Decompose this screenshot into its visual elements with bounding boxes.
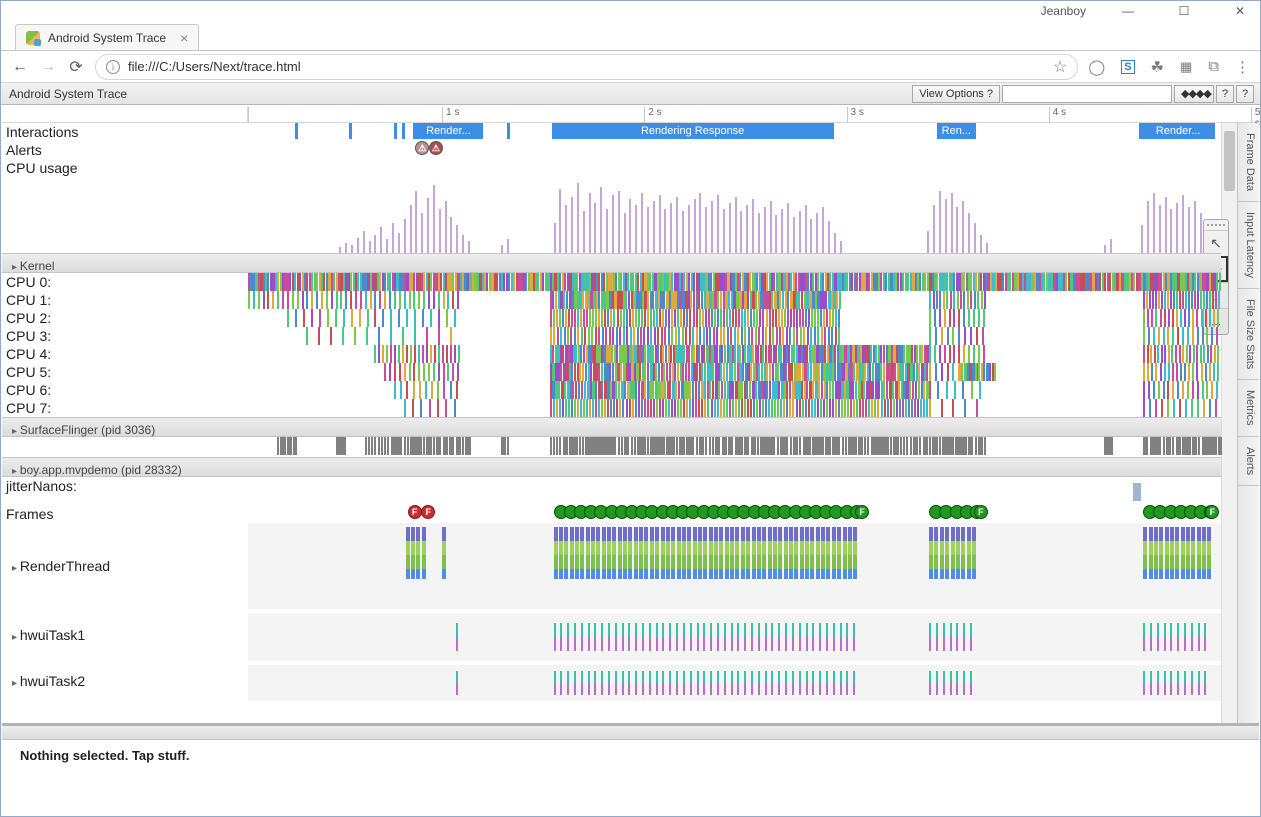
kernel-lane[interactable] [248,273,1221,291]
kernel-lane[interactable] [248,291,1221,309]
search-input[interactable] [1002,85,1172,103]
side-tab[interactable]: Frame Data [1238,123,1259,202]
view-options-button[interactable]: View Options ? [912,85,1000,103]
row-hwui1[interactable]: hwuiTask1 [2,609,248,661]
ruler-tick: 5 s [1251,107,1261,123]
tab-close-icon[interactable]: × [180,30,188,46]
interaction-tick[interactable] [402,123,405,139]
info-icon[interactable]: i [106,60,120,74]
interaction-tick[interactable] [394,123,397,139]
row-cpu-7: CPU 7: [2,399,248,417]
reload-icon[interactable]: ⟳ [67,57,85,77]
row-cpu-5: CPU 5: [2,363,248,381]
row-cpu-usage: CPU usage [2,159,248,253]
hwui2-lane[interactable] [248,661,1221,701]
side-tab[interactable]: Metrics [1238,380,1259,436]
details-panel: Nothing selected. Tap stuff. [2,723,1259,815]
side-tab[interactable]: File Size Stats [1238,289,1259,380]
row-jitter: jitterNanos: [2,477,248,505]
render-thread-lane[interactable] [248,523,1221,609]
response-bar[interactable]: Ren... [937,123,976,139]
time-ruler[interactable]: 1 s 2 s 3 s 4 s 5 s [248,107,1259,122]
interaction-tick[interactable] [507,123,510,139]
row-cpu-0: CPU 0: [2,273,248,291]
help-button-1[interactable]: ? [1216,85,1234,103]
row-cpu-4: CPU 4: [2,345,248,363]
response-bar[interactable]: Rendering Response [552,123,834,139]
row-interactions: Interactions [2,123,248,141]
trace-title: Android System Trace [7,87,127,101]
interaction-tick[interactable] [295,123,298,139]
row-frames: Frames [2,505,248,523]
kernel-lane[interactable] [248,327,1221,345]
back-icon[interactable]: ← [11,58,29,76]
forward-icon[interactable]: → [39,58,57,76]
minimize-icon[interactable]: — [1114,4,1142,18]
surfaceflinger-lane[interactable] [248,437,1221,457]
section-surfaceflinger[interactable]: SurfaceFlinger (pid 3036) [2,417,248,437]
frame-good-icon[interactable]: F [1205,505,1219,519]
section-app[interactable]: boy.app.mvpdemo (pid 28332) [2,457,248,477]
ext-leaf-icon[interactable]: ☘ [1151,58,1164,76]
frame-bad-icon[interactable]: F [421,505,435,519]
alert-error-icon[interactable]: ⚠ [429,141,443,155]
details-resize-handle[interactable] [2,726,1259,740]
frames-lane[interactable]: FFFFF [248,505,1221,523]
ext-grid-icon[interactable]: ▦ [1180,59,1192,75]
address-bar[interactable]: i file:///C:/Users/Next/trace.html ☆ [95,54,1078,80]
interaction-tick[interactable] [349,123,352,139]
kernel-lane[interactable] [248,363,1221,381]
ext-stack-icon[interactable]: ⧉ [1208,58,1219,75]
ruler-tick [248,107,252,123]
ext-s-icon[interactable]: S [1121,60,1134,74]
row-cpu-6: CPU 6: [2,381,248,399]
ruler-tick: 1 s [442,107,459,123]
side-tab[interactable]: Alerts [1238,437,1259,486]
frame-bad-icon[interactable]: F [408,505,422,519]
kernel-lane[interactable] [248,381,1221,399]
browser-tab[interactable]: Android System Trace × [15,24,199,50]
row-alerts: Alerts [2,141,248,159]
window-user: Jeanboy [1041,4,1086,18]
row-hwui2[interactable]: hwuiTask2 [2,661,248,701]
kernel-lane[interactable] [248,345,1221,363]
vertical-scrollbar[interactable] [1221,123,1237,723]
hwui1-lane[interactable] [248,609,1221,661]
ruler-tick: 4 s [1049,107,1066,123]
jitter-bar[interactable] [1133,483,1141,501]
ruler-tick: 2 s [644,107,661,123]
close-icon[interactable]: ✕ [1226,4,1254,18]
response-bar[interactable]: Render... [1141,123,1215,139]
row-cpu-1: CPU 1: [2,291,248,309]
ext-circle-icon[interactable]: ◯ [1088,58,1105,76]
bookmark-icon[interactable]: ☆ [1053,57,1067,77]
tab-title: Android System Trace [48,31,166,45]
details-message: Nothing selected. Tap stuff. [2,740,1259,771]
nav-markers-button[interactable]: ◆◆◆◆ [1174,85,1214,103]
side-tab[interactable]: Input Latency [1238,202,1259,289]
frame-good-icon[interactable]: F [974,505,988,519]
cpu-usage-graph[interactable] [248,173,1221,253]
row-surfaceflinger [2,437,248,457]
kernel-lane[interactable] [248,399,1221,417]
row-cpu-2: CPU 2: [2,309,248,327]
row-cpu-3: CPU 3: [2,327,248,345]
scrollbar-thumb[interactable] [1224,131,1235,191]
section-kernel[interactable]: Kernel [2,253,248,273]
menu-icon[interactable]: ⋮ [1235,58,1250,76]
url-text: file:///C:/Users/Next/trace.html [128,59,301,74]
row-render-thread[interactable]: RenderThread [2,523,248,609]
frame-good-icon[interactable]: F [855,505,869,519]
response-bar[interactable]: Render... [413,123,483,139]
alert-warning-icon[interactable]: ⚠ [415,141,429,155]
maximize-icon[interactable]: ☐ [1170,4,1198,18]
ruler-tick: 3 s [847,107,864,123]
help-button-2[interactable]: ? [1236,85,1254,103]
favicon-icon [26,31,40,45]
kernel-lane[interactable] [248,309,1221,327]
